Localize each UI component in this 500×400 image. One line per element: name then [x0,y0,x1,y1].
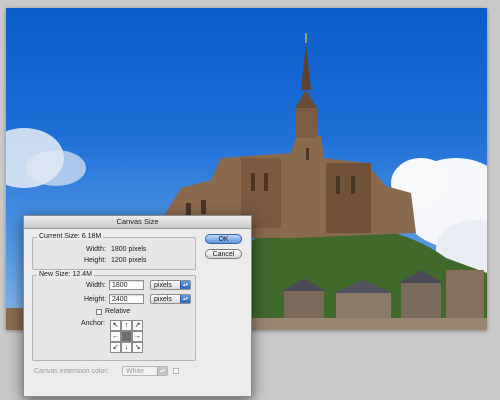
dialog-title: Canvas Size [24,216,251,229]
extension-color-select[interactable]: White ▴▾ [122,366,168,376]
current-size-group: Current Size: 6.18M Width: 1800 pixels H… [32,233,196,270]
ok-button[interactable]: OK [205,234,242,244]
current-height-label: Height: [84,257,107,264]
current-width-value: 1800 pixels [111,246,147,253]
anchor-top-left[interactable]: ↖ [110,320,121,331]
anchor-top-center[interactable]: ↑ [121,320,132,331]
anchor-bottom-left[interactable]: ↙ [110,342,121,353]
select-arrows-icon: ▴▾ [157,367,167,375]
select-arrows-icon: ▴▾ [180,281,190,289]
width-input[interactable]: 1800 [109,280,144,290]
height-unit-select[interactable]: pixels ▴▾ [150,294,191,304]
anchor-middle-right[interactable]: → [132,331,143,342]
current-width-label: Width: [86,246,106,253]
extension-color-swatch[interactable] [173,368,179,374]
new-size-legend: New Size: 12.4M [37,271,94,278]
width-unit-value: pixels [154,282,172,289]
cancel-button[interactable]: Cancel [205,249,242,259]
canvas-size-dialog: Canvas Size Current Size: 6.18M Width: 1… [23,215,252,397]
anchor-top-right[interactable]: ↗ [132,320,143,331]
width-unit-select[interactable]: pixels ▴▾ [150,280,191,290]
extension-color-value: White [126,368,144,375]
anchor-middle-left[interactable]: ← [110,331,121,342]
anchor-label: Anchor: [81,320,106,327]
height-unit-value: pixels [154,296,172,303]
current-size-legend: Current Size: 6.18M [37,233,104,240]
new-width-label: Width: [86,282,106,289]
anchor-grid: ↖ ↑ ↗ ← → ↙ ↓ ↘ [110,320,144,354]
anchor-bottom-center[interactable]: ↓ [121,342,132,353]
new-height-label: Height: [84,296,107,303]
select-arrows-icon: ▴▾ [180,295,190,303]
current-height-value: 1200 pixels [111,257,147,264]
relative-checkbox[interactable] [96,309,102,315]
anchor-center[interactable] [121,331,132,342]
extension-color-label: Canvas extension color: [34,368,109,375]
height-input[interactable]: 2400 [109,294,144,304]
relative-label: Relative [105,308,131,315]
anchor-bottom-right[interactable]: ↘ [132,342,143,353]
